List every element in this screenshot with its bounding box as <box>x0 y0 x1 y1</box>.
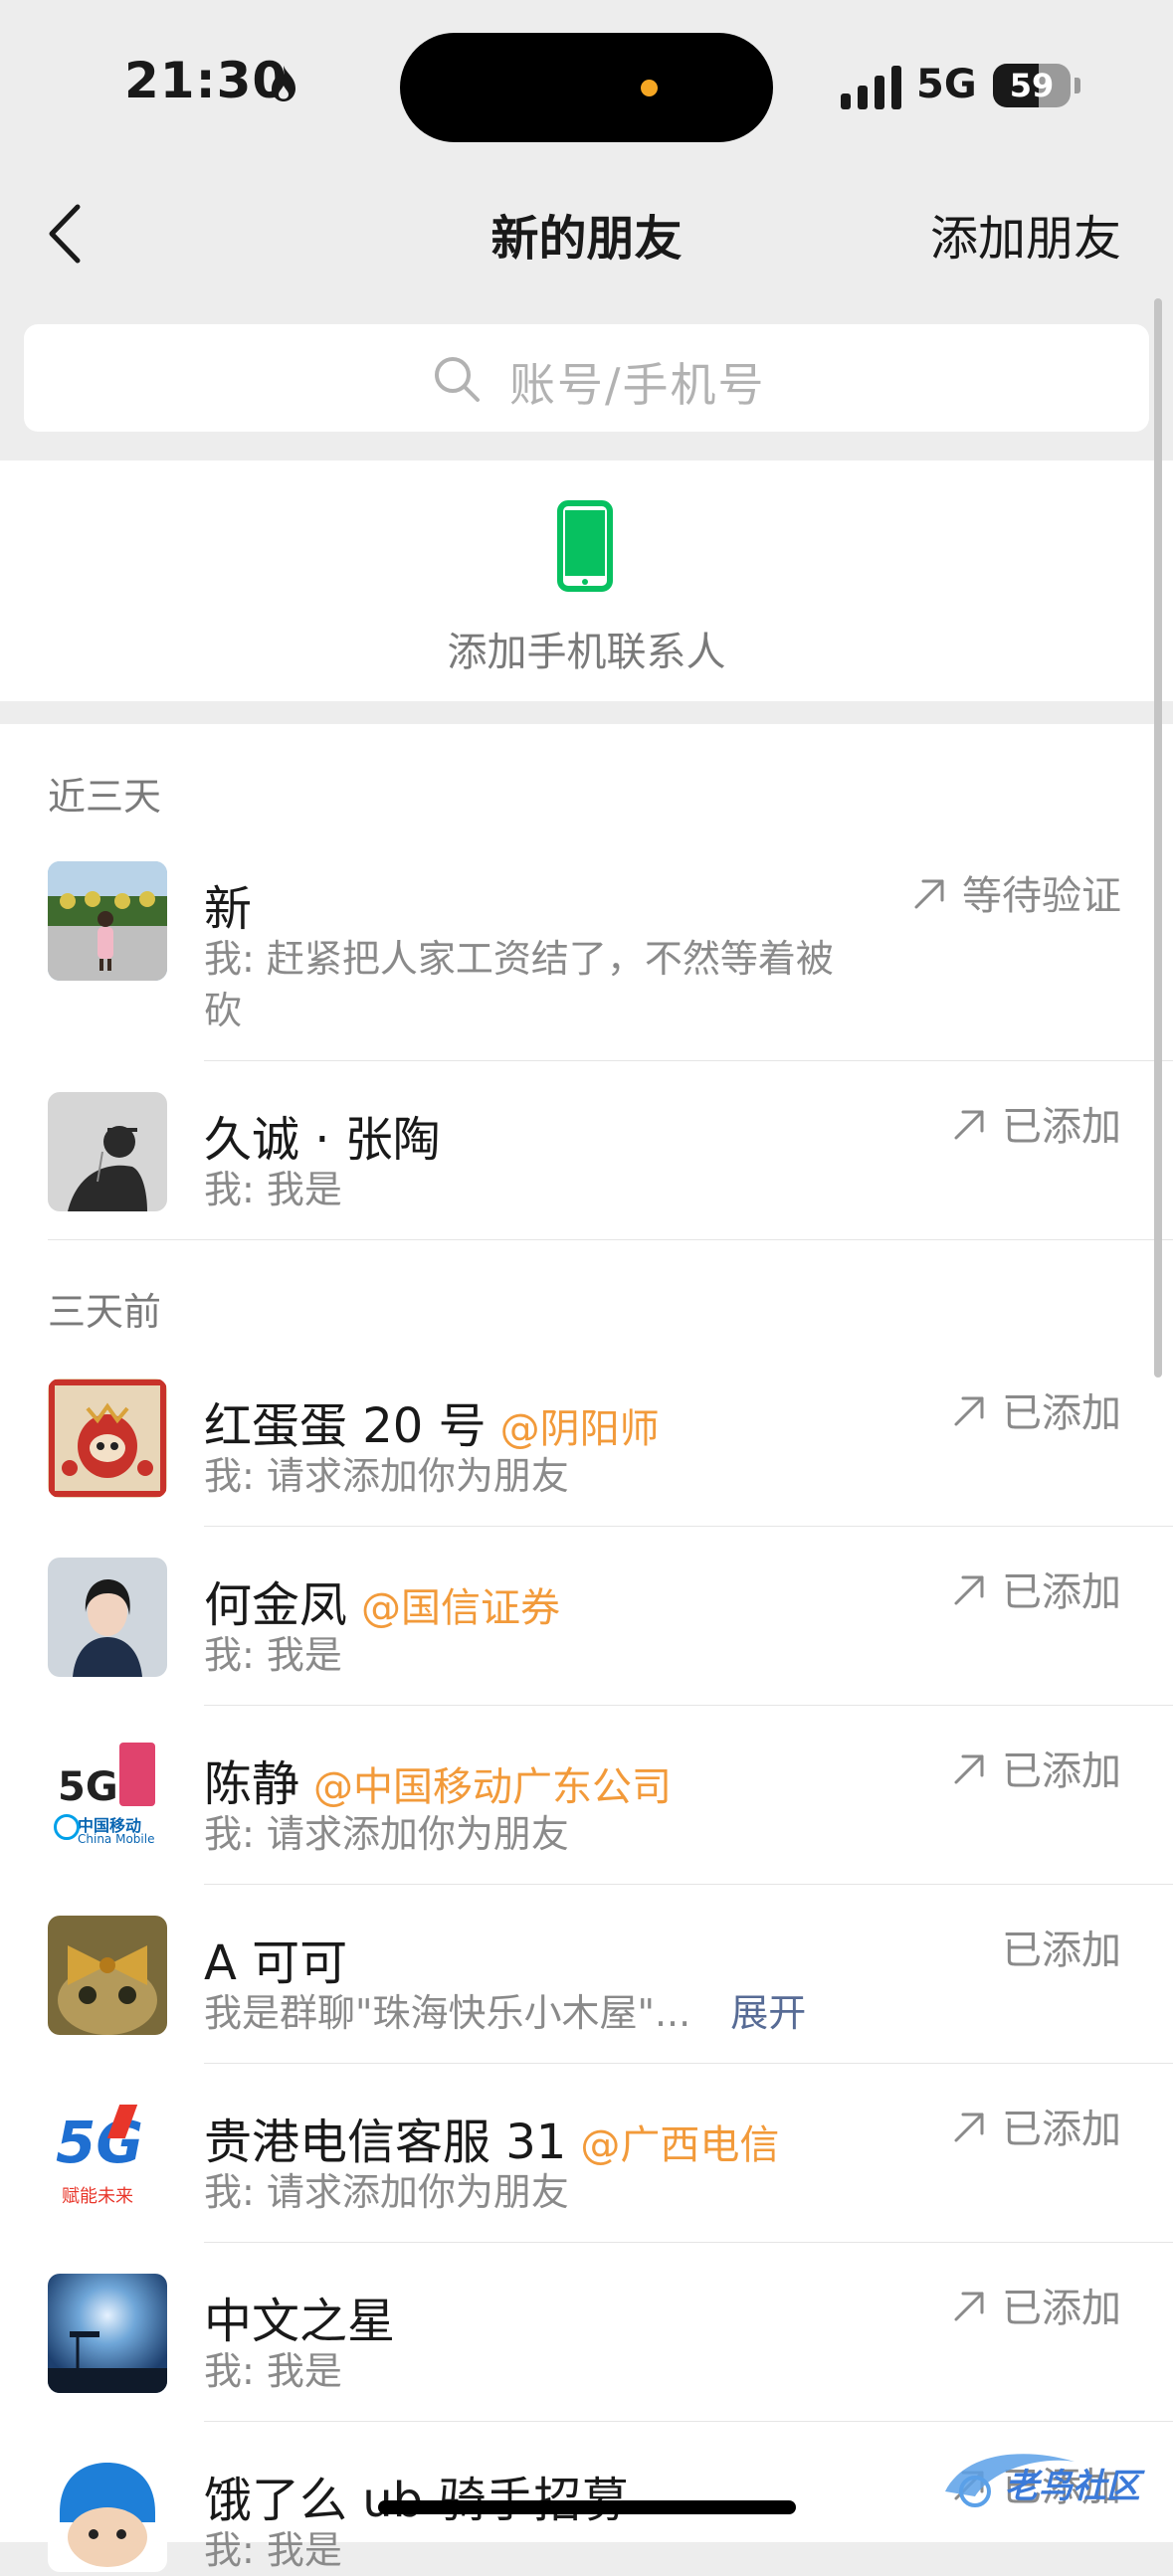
status-label: 已添加 <box>1002 1928 1121 1973</box>
contact-message: 我: 请求添加你为朋友 <box>204 2170 569 2214</box>
contact-name: 陈静 @中国移动广东公司 <box>204 1756 673 1812</box>
scrollbar[interactable] <box>1154 298 1162 1378</box>
avatar-cm-en: China Mobile <box>78 1832 155 1846</box>
avatar <box>48 2274 167 2393</box>
divider <box>204 1526 1173 1527</box>
arrow-up-right-icon <box>954 2113 984 2142</box>
avatar-slogan: 赋能未来 <box>62 2186 133 2207</box>
battery-nub <box>1075 78 1080 93</box>
avatar <box>48 1916 167 2035</box>
contact-name: 久诚 · 张陶 <box>204 1112 441 1168</box>
network-type: 5G <box>916 62 977 107</box>
list-item[interactable]: 5G 中国移动 China Mobile 陈静 @中国移动广东公司 我: 请求添加… <box>0 1737 1173 1906</box>
contact-name: 饿了么 ub 骑手招募 <box>204 2473 629 2528</box>
contact-org: @中国移动广东公司 <box>313 1764 673 1810</box>
list-item[interactable]: 新 我: 赶紧把人家工资结了，不然等着被砍 等待验证 <box>0 861 1173 1090</box>
contact-name: A 可可 <box>204 1935 348 1991</box>
list-item[interactable]: 中文之星 我: 我是 已添加 <box>0 2274 1173 2443</box>
status-label: 等待验证 <box>912 863 1121 921</box>
arrow-up-right-icon <box>954 1396 984 1426</box>
contact-name: 新 <box>204 881 253 937</box>
contact-message: 我是群聊"珠海快乐小木屋"... 展开 <box>204 1991 807 2035</box>
battery-icon: 59 <box>993 64 1071 107</box>
contact-org: @阴阳师 <box>499 1406 660 1452</box>
dynamic-island <box>400 33 773 142</box>
watermark-text: 老鸟社区 <box>1005 2467 1140 2506</box>
avatar: 5G 赋能未来 <box>48 2095 167 2214</box>
avatar <box>48 1092 167 1211</box>
arrow-up-right-icon <box>914 879 944 909</box>
contact-message: 我: 赶紧把人家工资结了，不然等着被砍 <box>204 937 834 1032</box>
avatar-5g-text: 5G <box>58 1764 118 1810</box>
avatar <box>48 861 167 981</box>
avatar <box>48 1558 167 1677</box>
avatar <box>48 2453 167 2572</box>
status-label: 已添加 <box>952 1739 1121 1796</box>
section-header-older: 三天前 <box>48 1290 162 1334</box>
nav-bar: 新的朋友 添加朋友 <box>0 169 1173 318</box>
contact-org: @国信证券 <box>361 1585 561 1631</box>
contact-message: 我: 请求添加你为朋友 <box>204 1454 569 1498</box>
signal-icon <box>841 66 901 109</box>
divider <box>204 2063 1173 2064</box>
status-label: 已添加 <box>952 1094 1121 1152</box>
divider <box>204 1705 1173 1706</box>
status-label: 已添加 <box>952 1380 1121 1438</box>
contact-name: 中文之星 <box>204 2294 396 2349</box>
contact-message: 我: 请求添加你为朋友 <box>204 1812 569 1856</box>
contact-message: 我: 我是 <box>204 2349 342 2393</box>
arrow-up-right-icon <box>954 1754 984 1784</box>
divider <box>48 1239 1173 1240</box>
recording-dot <box>641 80 658 96</box>
list-item[interactable]: 何金凤 @国信证券 我: 我是 已添加 <box>0 1558 1173 1727</box>
status-label: 已添加 <box>952 1560 1121 1617</box>
battery-percent: 59 <box>1009 67 1055 104</box>
divider <box>204 1884 1173 1885</box>
list-item[interactable]: 红蛋蛋 20 号 @阴阳师 我: 请求添加你为朋友 已添加 <box>0 1379 1173 1548</box>
search-placeholder: 账号/手机号 <box>509 358 766 412</box>
status-bar: 21:30 5G 59 <box>0 0 1173 169</box>
divider <box>204 2242 1173 2243</box>
divider <box>204 1060 1173 1061</box>
contact-name: 红蛋蛋 20 号 @阴阳师 <box>204 1398 660 1454</box>
search-icon <box>435 357 480 402</box>
list-item[interactable]: 久诚 · 张陶 我: 我是 已添加 <box>0 1092 1173 1261</box>
status-label: 已添加 <box>952 2097 1121 2154</box>
contact-message: 我: 我是 <box>204 1168 342 1211</box>
add-friend-button[interactable]: 添加朋友 <box>930 199 1121 269</box>
contact-name: 何金凤 @国信证券 <box>204 1577 561 1633</box>
contact-message: 我: 我是 <box>204 1633 342 1677</box>
arrow-up-right-icon <box>954 2292 984 2321</box>
avatar: 5G 中国移动 China Mobile <box>48 1737 167 1856</box>
china-mobile-logo-icon <box>54 1814 80 1840</box>
add-phone-contacts-label: 添加手机联系人 <box>447 630 726 675</box>
phone-icon <box>557 500 613 592</box>
home-indicator[interactable] <box>378 2500 796 2514</box>
section-header-recent: 近三天 <box>48 775 162 819</box>
contact-name: 贵港电信客服 31 @广西电信 <box>204 2115 780 2170</box>
divider <box>204 2421 1173 2422</box>
flame-icon <box>272 66 295 101</box>
list-item[interactable]: 5G 赋能未来 贵港电信客服 31 @广西电信 我: 请求添加你为朋友 已添加 <box>0 2095 1173 2264</box>
avatar <box>48 1379 167 1498</box>
add-phone-contacts[interactable]: 添加手机联系人 <box>0 460 1173 701</box>
status-time: 21:30 <box>124 52 289 109</box>
search-input[interactable]: 账号/手机号 <box>24 324 1149 432</box>
arrow-up-right-icon <box>954 1575 984 1605</box>
expand-link[interactable]: 展开 <box>730 1991 806 2035</box>
friend-request-list: 近三天 新 我: 赶紧把人家工资结了，不然等着被砍 等待验证 久诚 · 张陶 我… <box>0 724 1173 2572</box>
arrow-up-right-icon <box>954 1110 984 1140</box>
contact-message: 我: 我是 <box>204 2528 342 2572</box>
status-label: 已添加 <box>952 2276 1121 2333</box>
avatar-badge <box>119 1743 155 1806</box>
contact-org: @广西电信 <box>580 2122 780 2168</box>
list-item[interactable]: A 可可 我是群聊"珠海快乐小木屋"... 展开 已添加 <box>0 1916 1173 2085</box>
